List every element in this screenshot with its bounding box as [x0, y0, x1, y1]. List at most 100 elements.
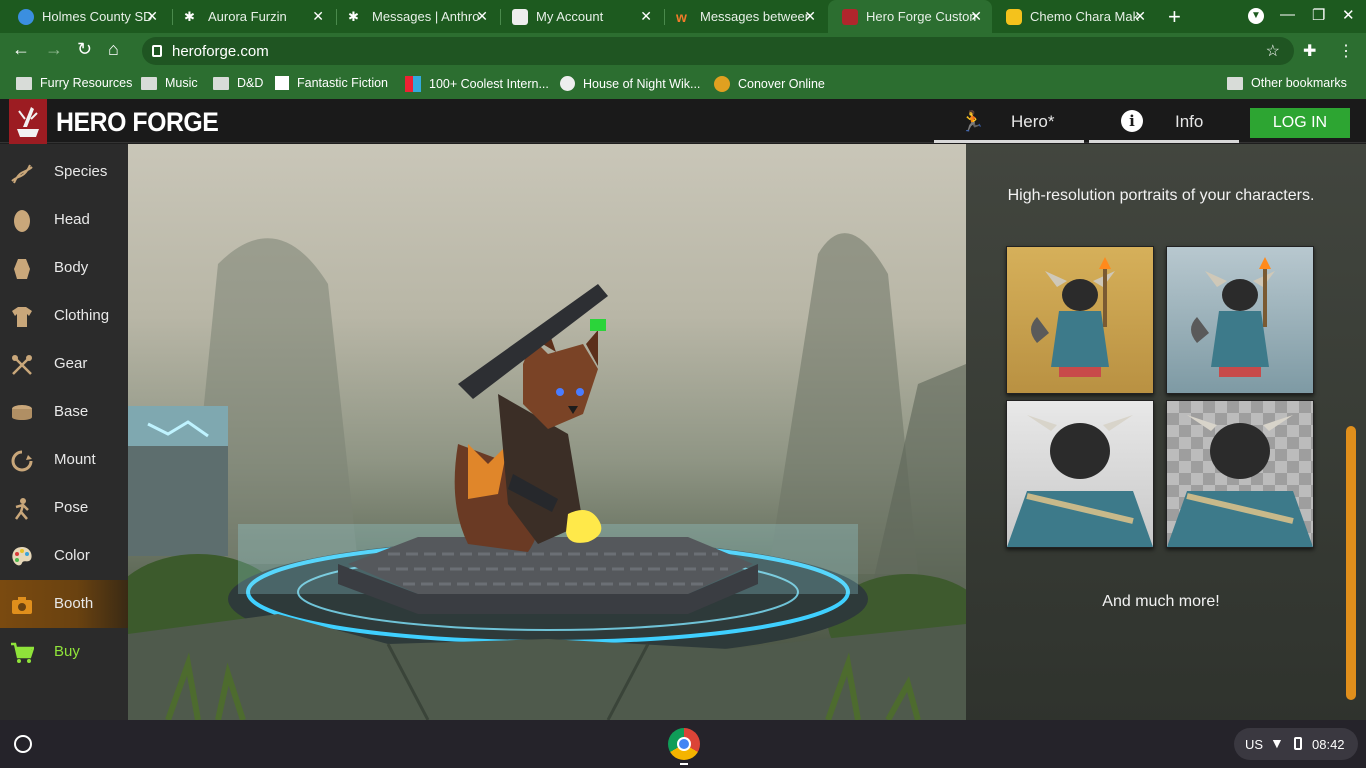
portrait-thumbnail[interactable] — [1166, 246, 1314, 394]
url-text: heroforge.com — [172, 42, 269, 60]
heroforge-favicon-icon — [842, 8, 858, 25]
bookmark-label: 100+ Coolest Intern... — [429, 77, 549, 91]
running-indicator — [680, 763, 688, 765]
browser-tab[interactable]: w Messages between ✕ — [662, 0, 826, 33]
sidebar-item-body[interactable]: Body — [0, 244, 128, 292]
bookmark-label: Fantastic Fiction — [297, 76, 389, 90]
bookmark-item[interactable]: D&D — [213, 76, 263, 90]
panel-title: High-resolution portraits of your charac… — [1007, 187, 1315, 204]
globe-icon — [560, 76, 575, 91]
sidebar-item-label: Gear — [54, 355, 88, 372]
tab-title: Messages | Anthro — [372, 9, 480, 24]
sidebar-item-booth[interactable]: Booth — [0, 580, 128, 628]
folder-icon — [141, 76, 157, 90]
sidebar-item-gear[interactable]: Gear — [0, 340, 128, 388]
sidebar-item-label: Species — [54, 163, 108, 180]
sidebar-item-pose[interactable]: Pose — [0, 484, 128, 532]
sidebar-item-label: Color — [54, 547, 90, 564]
bookmark-label: D&D — [237, 76, 264, 90]
launcher-icon[interactable] — [14, 735, 32, 753]
browser-tab[interactable]: ✱ Messages | Anthro ✕ — [334, 0, 498, 33]
axes-icon — [12, 355, 32, 375]
sidebar-item-species[interactable]: Species — [0, 148, 128, 196]
holmes-favicon-icon — [18, 8, 34, 25]
tab-search-icon[interactable]: ▼ — [1248, 8, 1264, 24]
base-icon — [12, 405, 32, 420]
tab-title: Holmes County SD — [42, 9, 152, 24]
close-window-icon[interactable]: ✕ — [1342, 6, 1355, 24]
mount-icon — [11, 450, 33, 472]
portrait-thumbnail[interactable] — [1006, 246, 1154, 394]
bookmark-label: Other bookmarks — [1251, 76, 1347, 90]
folder-icon — [16, 76, 32, 90]
new-tab-icon[interactable]: + — [1168, 4, 1181, 30]
close-tab-icon[interactable]: ✕ — [970, 8, 982, 25]
bookmark-item[interactable]: Furry Resources — [16, 76, 132, 90]
close-tab-icon[interactable]: ✕ — [476, 8, 488, 25]
chrome-center — [677, 737, 691, 751]
chrome-icon[interactable] — [668, 728, 700, 760]
character-viewport[interactable] — [128, 144, 966, 720]
browser-tab[interactable]: Chemo Chara Mak ✕ — [992, 0, 1156, 33]
minimize-icon[interactable]: — — [1280, 6, 1295, 23]
tab-title: Chemo Chara Mak — [1030, 9, 1140, 24]
close-tab-icon[interactable]: ✕ — [1134, 8, 1146, 25]
logo-text[interactable]: HERO FORGE — [56, 107, 219, 138]
menu-icon[interactable]: ⋮ — [1338, 41, 1354, 61]
back-icon[interactable]: ← — [12, 39, 30, 60]
battery-icon — [1294, 737, 1302, 750]
panel-scrollbar[interactable] — [1346, 426, 1356, 700]
bookmark-item[interactable]: House of Night Wik... — [560, 76, 700, 91]
close-tab-icon[interactable]: ✕ — [312, 8, 324, 25]
sidebar-item-label: Mount — [54, 451, 96, 468]
status-area[interactable]: US ▼ 08:42 — [1234, 728, 1358, 760]
bookmark-star-icon[interactable]: ☆ — [1266, 41, 1280, 61]
restore-icon[interactable]: ❐ — [1312, 6, 1325, 24]
sidebar-item-base[interactable]: Base — [0, 388, 128, 436]
sidebar-item-label: Pose — [54, 499, 89, 516]
address-bar[interactable]: heroforge.com ☆ — [142, 37, 1294, 65]
sidebar-item-label: Body — [54, 259, 89, 276]
portrait-thumbnail[interactable] — [1166, 400, 1314, 548]
reload-icon[interactable]: ↻ — [77, 39, 92, 60]
hero-forge-logo-icon[interactable] — [9, 99, 47, 149]
home-icon[interactable]: ⌂ — [108, 39, 119, 60]
tab-info[interactable]: i Info — [1089, 99, 1239, 143]
close-tab-icon[interactable]: ✕ — [146, 8, 158, 25]
locale-text: US — [1245, 737, 1264, 752]
browser-tab[interactable]: ✱ Aurora Furzin ✕ — [170, 0, 334, 33]
sidebar-item-label: Buy — [54, 643, 80, 660]
info-icon: i — [1121, 110, 1143, 132]
camera-icon — [12, 597, 32, 614]
forward-icon[interactable]: → — [45, 39, 63, 60]
tab-underline — [1089, 140, 1239, 143]
sidebar-item-color[interactable]: Color — [0, 532, 128, 580]
bookmark-item[interactable]: Fantastic Fiction — [275, 76, 388, 90]
sidebar-item-buy[interactable]: Buy — [0, 628, 128, 676]
browser-tab[interactable]: Holmes County SD ✕ — [4, 0, 168, 33]
bookmark-item[interactable]: Music — [141, 76, 198, 90]
sidebar-item-mount[interactable]: Mount — [0, 436, 128, 484]
bookmark-item[interactable]: Conover Online — [714, 76, 825, 92]
w-favicon-icon: w — [676, 8, 687, 25]
extensions-icon[interactable]: ✚ — [1303, 41, 1316, 61]
minotaur-closeup-image — [1007, 415, 1153, 547]
close-tab-icon[interactable]: ✕ — [640, 8, 652, 25]
wifi-icon: ▼ — [1270, 735, 1284, 751]
chemo-favicon-icon — [1006, 8, 1022, 25]
login-button[interactable]: LOG IN — [1250, 108, 1350, 138]
close-tab-icon[interactable]: ✕ — [804, 8, 816, 25]
tab-title: Hero Forge Custom — [866, 9, 976, 24]
tab-hero[interactable]: 🏃 Hero* — [934, 99, 1084, 143]
other-bookmarks[interactable]: Other bookmarks — [1227, 76, 1347, 90]
browser-tab[interactable]: My Account ✕ — [498, 0, 662, 33]
sidebar-item-clothing[interactable]: Clothing — [0, 292, 128, 340]
portrait-thumbnail[interactable] — [1006, 400, 1154, 548]
sidebar-item-label: Clothing — [54, 307, 110, 324]
sidebar-item-head[interactable]: Head — [0, 196, 128, 244]
bookmark-label: Conover Online — [738, 77, 825, 91]
bookmark-label: Furry Resources — [40, 76, 133, 90]
browser-tab-active[interactable]: Hero Forge Custom ✕ — [828, 0, 992, 33]
bookmark-item[interactable]: 100+ Coolest Intern... — [405, 76, 549, 92]
dna-icon — [11, 164, 33, 184]
